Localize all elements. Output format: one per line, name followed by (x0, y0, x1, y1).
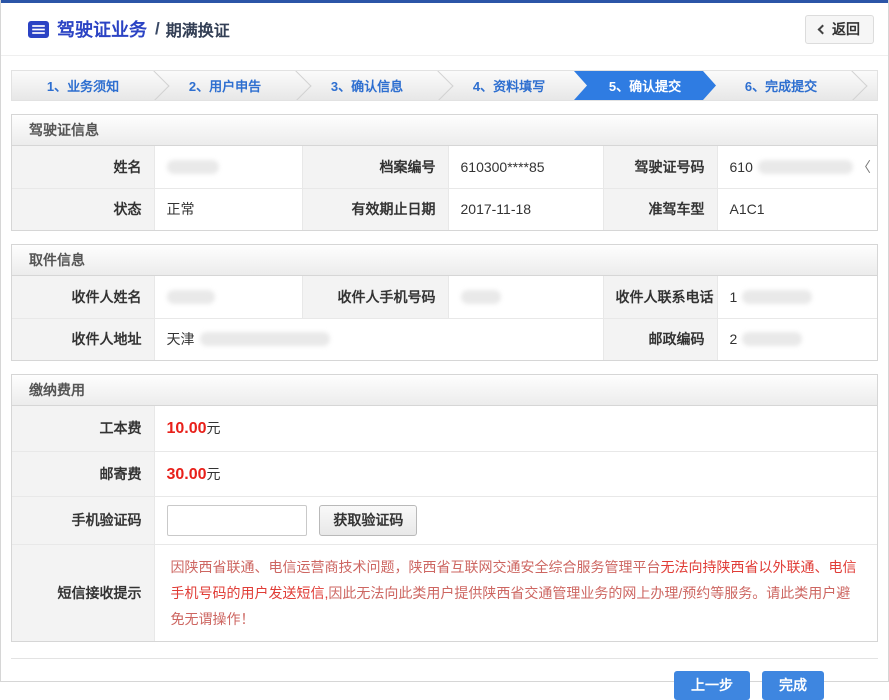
page-title: 驾驶证业务 (57, 16, 147, 42)
license-form-icon (28, 21, 49, 38)
redacted-name (167, 160, 219, 174)
step-3-confirm-info[interactable]: 3、确认信息 (296, 71, 438, 100)
step-4-fill-data[interactable]: 4、资料填写 (438, 71, 580, 100)
postal-prefix: 2 (730, 331, 738, 347)
step-label: 3、确认信息 (331, 76, 403, 95)
redacted-postal (742, 332, 802, 346)
breadcrumb-separator: / (155, 19, 160, 39)
table-row: 工本费 10.00元 (12, 406, 877, 451)
address-prefix: 天津 (167, 331, 195, 347)
redacted-address (200, 332, 330, 346)
mailing-fee-value: 30.00元 (154, 451, 877, 496)
breadcrumb-current: 期满换证 (166, 17, 230, 41)
mailing-fee-unit: 元 (207, 466, 221, 482)
production-fee-amount: 10.00 (167, 420, 207, 437)
class-value: A1C1 (717, 188, 877, 230)
back-button[interactable]: 返回 (805, 15, 874, 44)
step-2-user-declaration[interactable]: 2、用户申告 (154, 71, 296, 100)
license-info-table: 姓名 档案编号 610300****85 驾驶证号码 610 〈 状态 正常 有效… (12, 146, 877, 230)
chevron-left-icon (818, 24, 828, 34)
pickup-section-title: 取件信息 (12, 245, 877, 276)
step-6-finish-submit[interactable]: 6、完成提交 (710, 71, 852, 100)
expiry-value: 2017-11-18 (448, 188, 603, 230)
step-separator-icon (836, 70, 867, 101)
step-label: 6、完成提交 (745, 76, 817, 95)
table-row: 邮寄费 30.00元 (12, 451, 877, 496)
back-button-label: 返回 (832, 19, 860, 39)
pickup-info-table: 收件人姓名 收件人手机号码 收件人联系电话 1 收件人地址 天津 邮政编码 2 (12, 276, 877, 360)
fees-section-title: 缴纳费用 (12, 375, 877, 406)
name-value (154, 146, 302, 188)
postal-code-label: 邮政编码 (603, 318, 717, 360)
license-info-section: 驾驶证信息 姓名 档案编号 610300****85 驾驶证号码 610 〈 状态… (11, 114, 878, 231)
expiry-label: 有效期止日期 (302, 188, 448, 230)
license-section-title: 驾驶证信息 (12, 115, 877, 146)
footer-actions: 上一步 完成 (11, 658, 878, 700)
table-row: 状态 正常 有效期止日期 2017-11-18 准驾车型 A1C1 (12, 188, 877, 230)
license-no-label: 驾驶证号码 (603, 146, 717, 188)
file-no-label: 档案编号 (302, 146, 448, 188)
production-fee-value: 10.00元 (154, 406, 877, 451)
name-label: 姓名 (12, 146, 154, 188)
production-fee-unit: 元 (207, 420, 221, 436)
redacted-recipient-name (167, 290, 215, 304)
production-fee-label: 工本费 (12, 406, 154, 451)
sms-notice-text: 因陕西省联通、电信运营商技术问题，陕西省互联网交通安全综合服务管理平台无法向持陕… (154, 544, 877, 641)
mailing-fee-label: 邮寄费 (12, 451, 154, 496)
license-no-value: 610 〈 (717, 146, 877, 188)
redacted-phone (742, 290, 812, 304)
step-5-confirm-submit[interactable]: 5、确认提交 (574, 71, 716, 100)
file-no-value: 610300****85 (448, 146, 603, 188)
table-row: 收件人姓名 收件人手机号码 收件人联系电话 1 (12, 276, 877, 318)
step-label: 2、用户申告 (189, 76, 261, 95)
previous-step-button[interactable]: 上一步 (674, 671, 750, 700)
recipient-mobile-label: 收件人手机号码 (302, 276, 448, 318)
table-row: 手机验证码 获取验证码 (12, 496, 877, 544)
recipient-address-value: 天津 (154, 318, 603, 360)
recipient-phone-label: 收件人联系电话 (603, 276, 717, 318)
table-row: 姓名 档案编号 610300****85 驾驶证号码 610 〈 (12, 146, 877, 188)
recipient-mobile-value (448, 276, 603, 318)
recipient-phone-value: 1 (717, 276, 877, 318)
sms-code-label: 手机验证码 (12, 496, 154, 544)
pickup-info-section: 取件信息 收件人姓名 收件人手机号码 收件人联系电话 1 收件人地址 天津 邮政… (11, 244, 878, 361)
step-progress-bar: 1、业务须知 2、用户申告 3、确认信息 4、资料填写 5、确认提交 6、完成提… (11, 70, 878, 101)
page-header: 驾驶证业务 / 期满换证 返回 (1, 3, 888, 56)
step-label: 1、业务须知 (47, 76, 119, 95)
step-label: 4、资料填写 (473, 76, 545, 95)
table-row: 收件人地址 天津 邮政编码 2 (12, 318, 877, 360)
recipient-name-label: 收件人姓名 (12, 276, 154, 318)
get-sms-code-button[interactable]: 获取验证码 (319, 505, 417, 536)
redacted-license-no (758, 160, 853, 174)
license-no-suffix: 〈 (857, 159, 871, 175)
postal-code-value: 2 (717, 318, 877, 360)
step-label: 5、确认提交 (609, 76, 681, 95)
step-1-business-notice[interactable]: 1、业务须知 (12, 71, 154, 100)
phone-prefix: 1 (730, 289, 738, 305)
notice-part-1: 因陕西省联通、电信运营商技术问题，陕西省互联网交通安全综合服务管理平台 (171, 559, 661, 575)
status-value: 正常 (154, 188, 302, 230)
mailing-fee-amount: 30.00 (167, 466, 207, 483)
fees-section: 缴纳费用 工本费 10.00元 邮寄费 30.00元 手机验证码 获取验证码 短… (11, 374, 878, 642)
sms-code-cell: 获取验证码 (154, 496, 877, 544)
table-row: 短信接收提示 因陕西省联通、电信运营商技术问题，陕西省互联网交通安全综合服务管理… (12, 544, 877, 641)
recipient-name-value (154, 276, 302, 318)
sms-code-input[interactable] (167, 505, 307, 536)
fees-table: 工本费 10.00元 邮寄费 30.00元 手机验证码 获取验证码 短信接收提示… (12, 406, 877, 641)
finish-button[interactable]: 完成 (762, 671, 824, 700)
class-label: 准驾车型 (603, 188, 717, 230)
redacted-mobile (461, 290, 501, 304)
recipient-address-label: 收件人地址 (12, 318, 154, 360)
license-no-prefix: 610 (730, 159, 753, 175)
sms-notice-label: 短信接收提示 (12, 544, 154, 641)
status-label: 状态 (12, 188, 154, 230)
